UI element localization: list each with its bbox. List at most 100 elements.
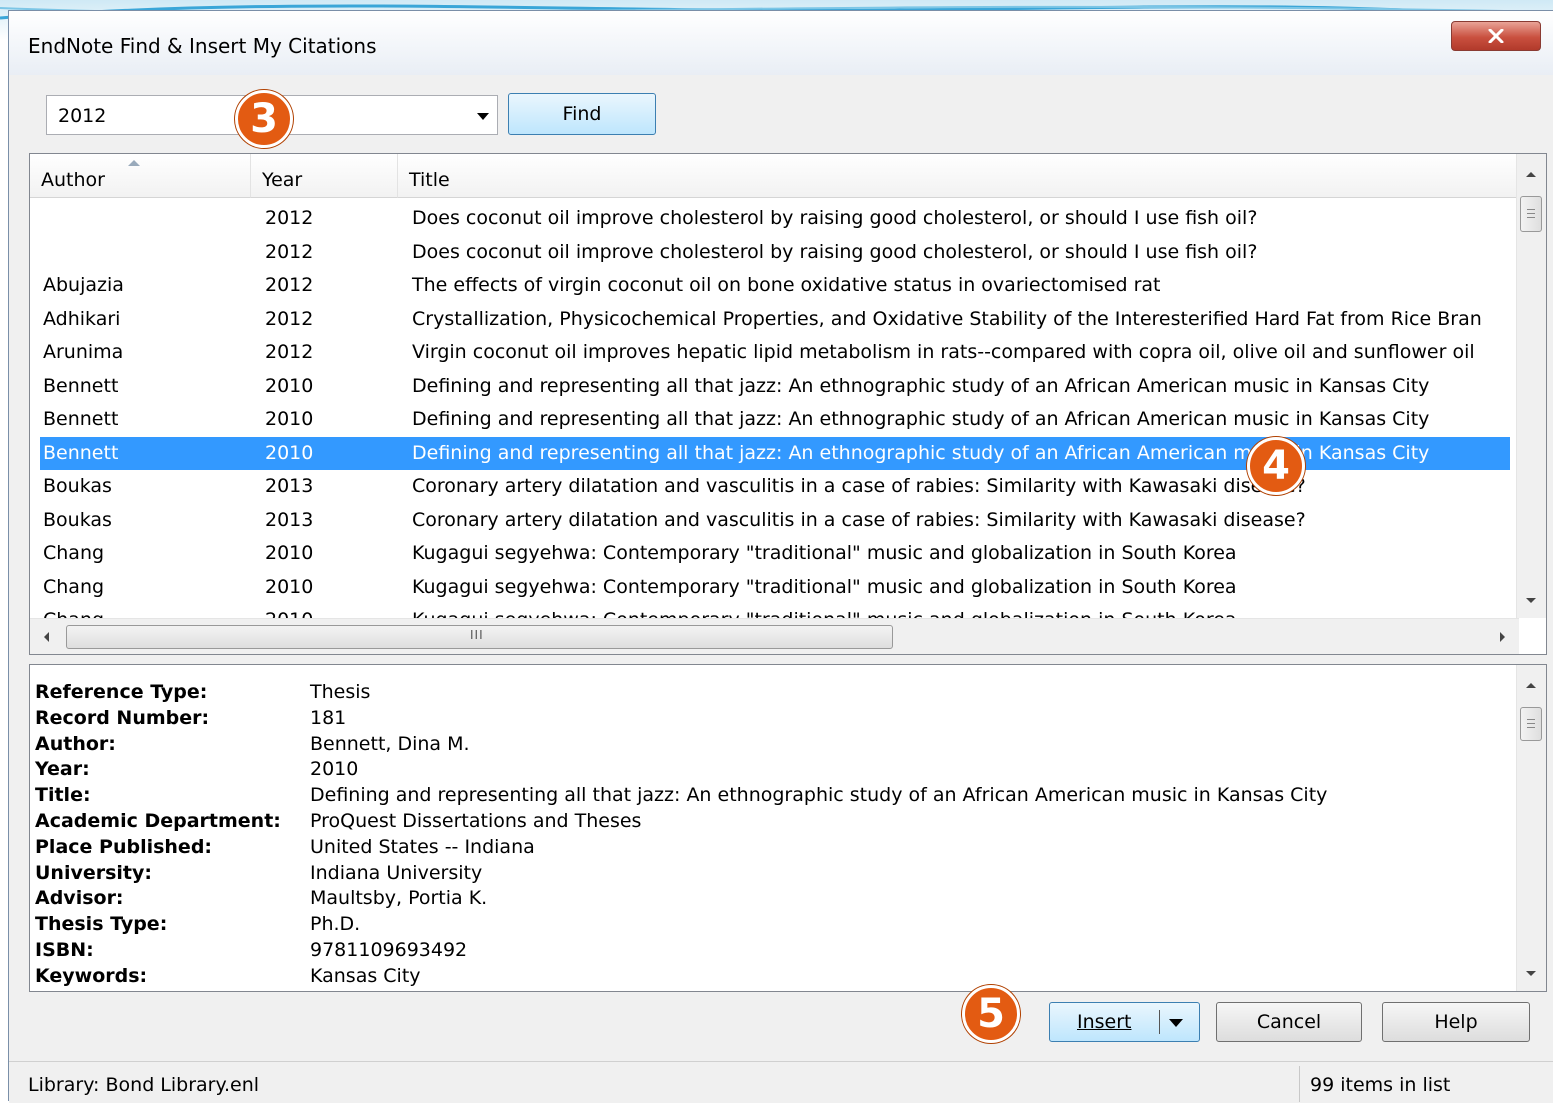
year-cell: 2010 (265, 575, 314, 598)
table-row[interactable]: Abujazia 2012 The effects of virgin coconu… (40, 269, 1510, 302)
year-cell: 2012 (265, 307, 314, 330)
detail-label: Place Published: (35, 835, 213, 858)
search-input-value[interactable]: 2012 (58, 105, 106, 127)
column-header-title-label: Title (409, 169, 450, 191)
window-title: EndNote Find & Insert My Citations (28, 34, 377, 58)
find-insert-dialog: EndNote Find & Insert My Citations 2012 … (8, 10, 1553, 1103)
title-cell: Coronary artery dilatation and vasculiti… (412, 508, 1306, 531)
title-cell: Defining and representing all that jazz:… (412, 374, 1430, 397)
citations-table: Author Year Title 2012 Does coconut oil i… (29, 153, 1547, 655)
table-row[interactable]: 2012 Does coconut oil improve cholesterol… (40, 202, 1510, 235)
year-cell: 2010 (265, 374, 314, 397)
detail-value: 9781109693492 (310, 939, 468, 961)
detail-label: Thesis Type: (35, 913, 168, 936)
table-row[interactable]: Bennett 2010 Defining and representing all… (40, 370, 1510, 403)
title-cell: Crystallization, Physicochemical Propert… (412, 307, 1482, 330)
chevron-down-icon[interactable] (477, 113, 489, 120)
scroll-down-icon[interactable] (1526, 598, 1536, 603)
table-row[interactable]: Chang 2010 Kugagui segyehwa: Contemporary … (40, 571, 1510, 604)
step-callout-3: 3 (235, 90, 293, 148)
status-divider (1299, 1066, 1300, 1102)
table-vertical-scrollbar[interactable] (1516, 154, 1546, 618)
scroll-down-icon[interactable] (1526, 971, 1536, 976)
detail-value: Kansas City (310, 964, 421, 987)
year-cell: 2012 (265, 274, 314, 296)
step-callout-4: 4 (1247, 437, 1305, 495)
detail-label: Reference Type: (35, 681, 208, 703)
title-cell: Coronary artery dilatation and vasculiti… (412, 475, 1306, 497)
year-cell: 2013 (265, 508, 314, 531)
detail-value: Ph.D. (310, 913, 361, 936)
author-cell: Bennett (43, 408, 119, 430)
detail-label: Keywords: (35, 964, 148, 987)
title-cell: Kugagui segyehwa: Contemporary "traditio… (412, 542, 1237, 564)
author-cell: Bennett (43, 441, 119, 464)
title-cell: Kugagui segyehwa: Contemporary "traditio… (412, 575, 1237, 598)
reference-preview-panel: Reference Type: Thesis Record Number: 181 Au… (29, 664, 1547, 992)
sort-ascending-icon (128, 160, 140, 166)
table-row[interactable]: Adhikari 2012 Crystallization, Physicochem… (40, 303, 1510, 336)
scroll-grip-mark: III (470, 628, 484, 642)
table-row[interactable]: Chang 2010 Kugagui segyehwa: Contemporary … (40, 537, 1510, 570)
find-button[interactable]: Find (508, 93, 656, 135)
title-cell: The effects of virgin coconut oil on bon… (412, 274, 1161, 296)
title-cell: Virgin coconut oil improves hepatic lipi… (412, 341, 1475, 363)
column-header-author[interactable]: Author (30, 154, 251, 198)
title-cell: Defining and representing all that jazz:… (412, 408, 1430, 430)
detail-value: Maultsby, Portia K. (310, 887, 488, 910)
detail-value: Defining and representing all that jazz:… (310, 784, 1328, 807)
insert-button[interactable]: Insert (1049, 1002, 1200, 1042)
year-cell: 2010 (265, 542, 314, 564)
year-cell: 2010 (265, 408, 314, 430)
year-cell: 2010 (265, 441, 314, 464)
author-cell: Arunima (43, 341, 124, 363)
scroll-left-icon[interactable] (44, 632, 49, 642)
detail-value: Bennett, Dina M. (310, 732, 470, 755)
column-header-title[interactable]: Title (398, 154, 1518, 198)
year-cell: 2012 (265, 207, 314, 229)
author-cell: Chang (43, 542, 105, 564)
detail-value: Thesis (310, 681, 371, 703)
step-callout-5: 5 (962, 985, 1020, 1043)
title-cell: Does coconut oil improve cholesterol by … (412, 207, 1258, 229)
close-button[interactable] (1451, 21, 1541, 51)
insert-button-label[interactable]: Insert (1077, 1011, 1132, 1033)
detail-label: Advisor: (35, 887, 124, 910)
detail-label: University: (35, 861, 152, 884)
title-bar: EndNote Find & Insert My Citations (9, 11, 1553, 75)
table-scroll-thumb[interactable] (1520, 196, 1542, 232)
table-row[interactable]: Bennett 2010 Defining and representing all… (40, 403, 1510, 436)
detail-value: 181 (310, 706, 347, 729)
column-header-year-label: Year (262, 169, 303, 191)
close-icon (1488, 29, 1504, 43)
author-cell: Boukas (43, 475, 112, 497)
column-header-year[interactable]: Year (251, 154, 398, 198)
scroll-right-icon[interactable] (1500, 632, 1505, 642)
author-cell: Abujazia (43, 274, 124, 296)
author-cell: Chang (43, 575, 105, 598)
detail-value: ProQuest Dissertations and Theses (310, 810, 642, 832)
year-cell: 2012 (265, 341, 314, 363)
split-separator (1159, 1010, 1160, 1034)
detail-label: Year: (35, 758, 90, 781)
cancel-button[interactable]: Cancel (1216, 1002, 1362, 1042)
scroll-up-icon[interactable] (1526, 172, 1536, 177)
author-cell: Boukas (43, 508, 112, 531)
detail-label: Record Number: (35, 706, 210, 729)
table-row[interactable]: 2012 Does coconut oil improve cholesterol… (40, 236, 1510, 269)
preview-scroll-thumb[interactable] (1520, 707, 1542, 741)
year-cell: 2012 (265, 240, 314, 263)
scroll-up-icon[interactable] (1526, 683, 1536, 688)
table-row[interactable]: Arunima 2012 Virgin coconut oil improves h… (40, 336, 1510, 369)
insert-options-dropdown-icon[interactable] (1169, 1019, 1183, 1027)
table-horizontal-scrollbar[interactable]: III (30, 618, 1519, 654)
year-cell: 2013 (265, 475, 314, 497)
table-hscroll-thumb[interactable]: III (66, 625, 893, 649)
column-header-author-label: Author (41, 169, 105, 191)
table-row[interactable]: Boukas 2013 Coronary artery dilatation and… (40, 504, 1510, 537)
detail-label: Title: (35, 784, 91, 807)
status-bar: Library: Bond Library.enl 99 items in li… (9, 1061, 1553, 1103)
help-button[interactable]: Help (1382, 1002, 1530, 1042)
detail-label: Academic Department: (35, 810, 281, 832)
preview-vertical-scrollbar[interactable] (1516, 665, 1546, 991)
